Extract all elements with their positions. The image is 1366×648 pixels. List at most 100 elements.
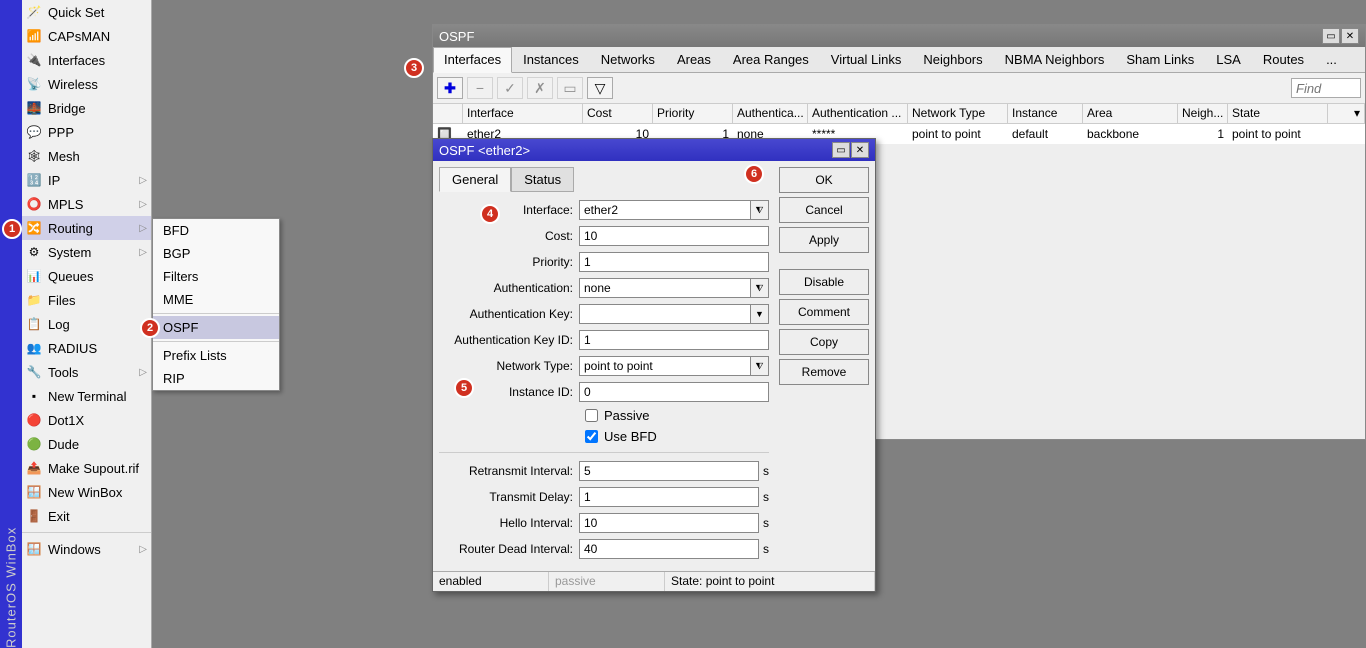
sidebar-item-interfaces[interactable]: 🔌Interfaces xyxy=(22,48,151,72)
sidebar-item-system[interactable]: ⚙System▷ xyxy=(22,240,151,264)
th-nettype[interactable]: Network Type xyxy=(908,104,1008,123)
sidebar-item-label: PPP xyxy=(48,125,74,140)
copy-button[interactable]: Copy xyxy=(779,329,869,355)
sidebar-item-label: Exit xyxy=(48,509,70,524)
tab-networks[interactable]: Networks xyxy=(590,47,666,72)
sidebar-item-new-terminal[interactable]: ▪New Terminal xyxy=(22,384,151,408)
submenu-item-prefix-lists[interactable]: Prefix Lists xyxy=(153,344,279,367)
tab-lsa[interactable]: LSA xyxy=(1205,47,1252,72)
detail-title[interactable]: OSPF <ether2> ▭ ✕ xyxy=(433,139,875,161)
th-neigh[interactable]: Neigh... xyxy=(1178,104,1228,123)
passive-checkbox[interactable] xyxy=(585,409,598,422)
sidebar-item-radius[interactable]: 👥RADIUS xyxy=(22,336,151,360)
th-authkey[interactable]: Authentication ... xyxy=(808,104,908,123)
dead-input[interactable] xyxy=(579,539,759,559)
th-priority[interactable]: Priority xyxy=(653,104,733,123)
sidebar-item-files[interactable]: 📁Files xyxy=(22,288,151,312)
transmitdelay-input[interactable] xyxy=(579,487,759,507)
sidebar-item-ppp[interactable]: 💬PPP xyxy=(22,120,151,144)
instanceid-input[interactable] xyxy=(579,382,769,402)
sidebar-item-ip[interactable]: 🔢IP▷ xyxy=(22,168,151,192)
submenu-item-ospf[interactable]: OSPF xyxy=(153,316,279,339)
submenu-item-bfd[interactable]: BFD xyxy=(153,219,279,242)
submenu-item-bgp[interactable]: BGP xyxy=(153,242,279,265)
remove-button[interactable]: Remove xyxy=(779,359,869,385)
sidebar-item-tools[interactable]: 🔧Tools▷ xyxy=(22,360,151,384)
tab-areas[interactable]: Areas xyxy=(666,47,722,72)
hello-input[interactable] xyxy=(579,513,759,533)
tab-general[interactable]: General xyxy=(439,167,511,192)
find-input[interactable] xyxy=(1291,78,1361,98)
sidebar-item-mesh[interactable]: 🕸Mesh xyxy=(22,144,151,168)
close-button[interactable]: ✕ xyxy=(851,142,869,158)
tab-instances[interactable]: Instances xyxy=(512,47,590,72)
th-more[interactable]: ▾ xyxy=(1328,104,1365,123)
dropdown-icon[interactable]: ⧨ xyxy=(751,356,769,376)
interface-input[interactable] xyxy=(579,200,751,220)
nettype-input[interactable] xyxy=(579,356,751,376)
submenu-item-mme[interactable]: MME xyxy=(153,288,279,311)
sidebar-item-windows[interactable]: 🪟 Windows ▷ xyxy=(22,537,151,561)
expand-icon[interactable]: ▼ xyxy=(751,304,769,324)
tab-routes[interactable]: Routes xyxy=(1252,47,1315,72)
sidebar-item-exit[interactable]: 🚪Exit xyxy=(22,504,151,528)
disable-button[interactable]: Disable xyxy=(779,269,869,295)
minimize-button[interactable]: ▭ xyxy=(1322,28,1340,44)
sidebar-item-capsman[interactable]: 📶CAPsMAN xyxy=(22,24,151,48)
usebfd-checkbox[interactable] xyxy=(585,430,598,443)
tab-area-ranges[interactable]: Area Ranges xyxy=(722,47,820,72)
tab--[interactable]: ... xyxy=(1315,47,1348,72)
sidebar-item-log[interactable]: 📋Log xyxy=(22,312,151,336)
retransmit-input[interactable] xyxy=(579,461,759,481)
tab-interfaces[interactable]: Interfaces xyxy=(433,47,512,73)
add-button[interactable]: ✚ xyxy=(437,77,463,99)
tab-virtual-links[interactable]: Virtual Links xyxy=(820,47,913,72)
sidebar-item-dude[interactable]: 🟢Dude xyxy=(22,432,151,456)
cancel-button[interactable]: Cancel xyxy=(779,197,869,223)
icon: 🕸 xyxy=(26,148,42,164)
filter-button[interactable]: ▽ xyxy=(587,77,613,99)
tab-status[interactable]: Status xyxy=(511,167,574,192)
dropdown-icon[interactable]: ⧨ xyxy=(751,200,769,220)
sidebar-item-quick-set[interactable]: 🪄Quick Set xyxy=(22,0,151,24)
minimize-button[interactable]: ▭ xyxy=(832,142,850,158)
tab-nbma-neighbors[interactable]: NBMA Neighbors xyxy=(994,47,1116,72)
th-blank[interactable] xyxy=(433,104,463,123)
sidebar-item-mpls[interactable]: ⭕MPLS▷ xyxy=(22,192,151,216)
sidebar-item-queues[interactable]: 📊Queues xyxy=(22,264,151,288)
sidebar-item-wireless[interactable]: 📡Wireless xyxy=(22,72,151,96)
authkeyid-input[interactable] xyxy=(579,330,769,350)
comment-button[interactable]: ▭ xyxy=(557,77,583,99)
sidebar-item-new-winbox[interactable]: 🪟New WinBox xyxy=(22,480,151,504)
apply-button[interactable]: Apply xyxy=(779,227,869,253)
submenu-item-rip[interactable]: RIP xyxy=(153,367,279,390)
sidebar-item-make-supout.rif[interactable]: 📤Make Supout.rif xyxy=(22,456,151,480)
auth-input[interactable] xyxy=(579,278,751,298)
priority-input[interactable] xyxy=(579,252,769,272)
remove-button[interactable]: − xyxy=(467,77,493,99)
tab-neighbors[interactable]: Neighbors xyxy=(912,47,993,72)
status-passive: passive xyxy=(549,572,665,591)
disable-button[interactable]: ✗ xyxy=(527,77,553,99)
sidebar-item-bridge[interactable]: 🌉Bridge xyxy=(22,96,151,120)
th-interface[interactable]: Interface xyxy=(463,104,583,123)
th-auth[interactable]: Authentica... xyxy=(733,104,808,123)
th-cost[interactable]: Cost xyxy=(583,104,653,123)
ok-button[interactable]: OK xyxy=(779,167,869,193)
close-button[interactable]: ✕ xyxy=(1341,28,1359,44)
icon: 📶 xyxy=(26,28,42,44)
sidebar-item-dot1x[interactable]: 🔴Dot1X xyxy=(22,408,151,432)
enable-button[interactable]: ✓ xyxy=(497,77,523,99)
sidebar-item-routing[interactable]: 🔀Routing▷ xyxy=(22,216,151,240)
ospf-window-title[interactable]: OSPF ▭ ✕ xyxy=(433,25,1365,47)
comment-button[interactable]: Comment xyxy=(779,299,869,325)
th-instance[interactable]: Instance xyxy=(1008,104,1083,123)
cost-input[interactable] xyxy=(579,226,769,246)
submenu-item-filters[interactable]: Filters xyxy=(153,265,279,288)
th-area[interactable]: Area xyxy=(1083,104,1178,123)
authkey-input[interactable] xyxy=(579,304,751,324)
tab-sham-links[interactable]: Sham Links xyxy=(1115,47,1205,72)
separator xyxy=(439,452,769,453)
th-state[interactable]: State xyxy=(1228,104,1328,123)
dropdown-icon[interactable]: ⧨ xyxy=(751,278,769,298)
